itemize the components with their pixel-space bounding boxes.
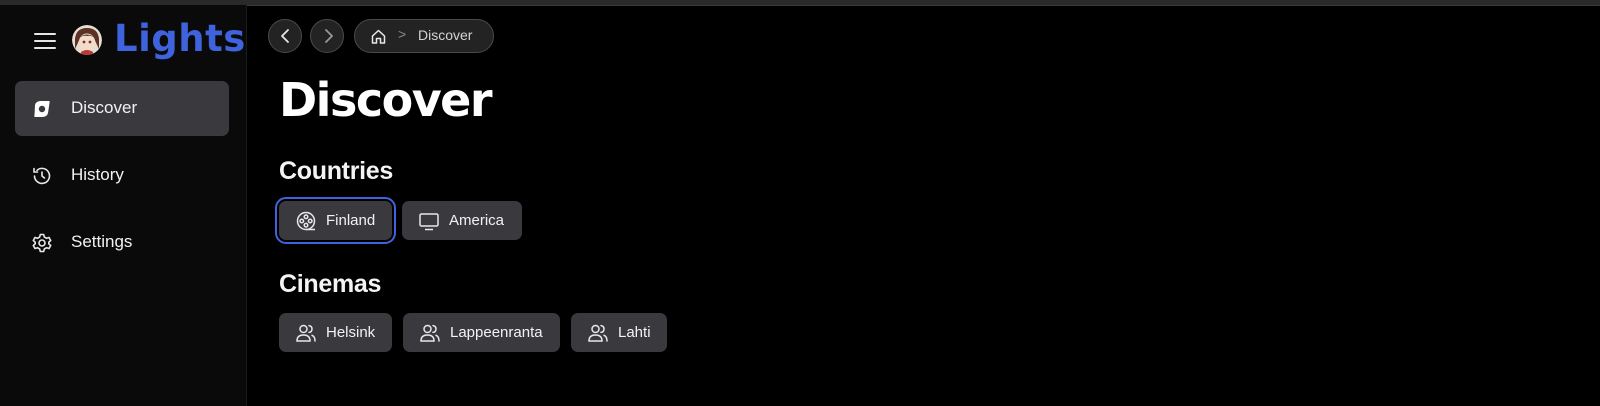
main-content: > Discover Discover Countries Finland Am… — [247, 5, 1600, 406]
users-icon — [420, 324, 440, 342]
chip-helsink[interactable]: Helsink — [279, 313, 392, 352]
compass-icon — [31, 98, 53, 120]
users-icon — [588, 324, 608, 342]
chip-label: Finland — [326, 212, 376, 229]
sidebar-item-label: History — [71, 165, 124, 184]
chip-label: Helsink — [326, 324, 376, 341]
section-title-cinemas: Cinemas — [279, 270, 382, 298]
chip-label: Lappeenranta — [450, 324, 543, 341]
forward-button[interactable] — [310, 19, 344, 53]
home-icon[interactable] — [370, 28, 387, 45]
film-reel-icon — [296, 211, 316, 231]
chevron-left-icon — [281, 29, 289, 43]
sidebar: Lights Discover History Settings — [0, 5, 246, 406]
chip-label: America — [449, 212, 505, 229]
avatar[interactable] — [72, 25, 102, 55]
page-title: Discover — [279, 73, 493, 127]
sidebar-item-discover[interactable]: Discover — [15, 81, 229, 136]
sidebar-item-history[interactable]: History — [15, 148, 229, 203]
breadcrumb-separator: > — [398, 26, 407, 42]
app-name: Lights — [114, 17, 246, 60]
chip-lahti[interactable]: Lahti — [571, 313, 667, 352]
gear-icon — [31, 232, 53, 254]
breadcrumb-current[interactable]: Discover — [418, 27, 472, 43]
history-clock-icon — [31, 165, 53, 187]
users-icon — [296, 324, 316, 342]
chip-america[interactable]: America — [402, 201, 522, 240]
chip-finland[interactable]: Finland — [275, 197, 396, 244]
chevron-right-icon — [325, 29, 333, 43]
breadcrumb: > Discover — [354, 19, 494, 53]
chip-label: Lahti — [618, 324, 651, 341]
sidebar-item-label: Settings — [71, 232, 133, 251]
chip-lappeenranta[interactable]: Lappeenranta — [403, 313, 560, 352]
sidebar-item-label: Discover — [71, 98, 138, 117]
section-title-countries: Countries — [279, 157, 393, 185]
sidebar-item-settings[interactable]: Settings — [15, 215, 229, 270]
back-button[interactable] — [268, 19, 302, 53]
monitor-icon — [419, 213, 439, 231]
brand: Lights — [30, 17, 245, 63]
menu-icon[interactable] — [34, 33, 56, 49]
